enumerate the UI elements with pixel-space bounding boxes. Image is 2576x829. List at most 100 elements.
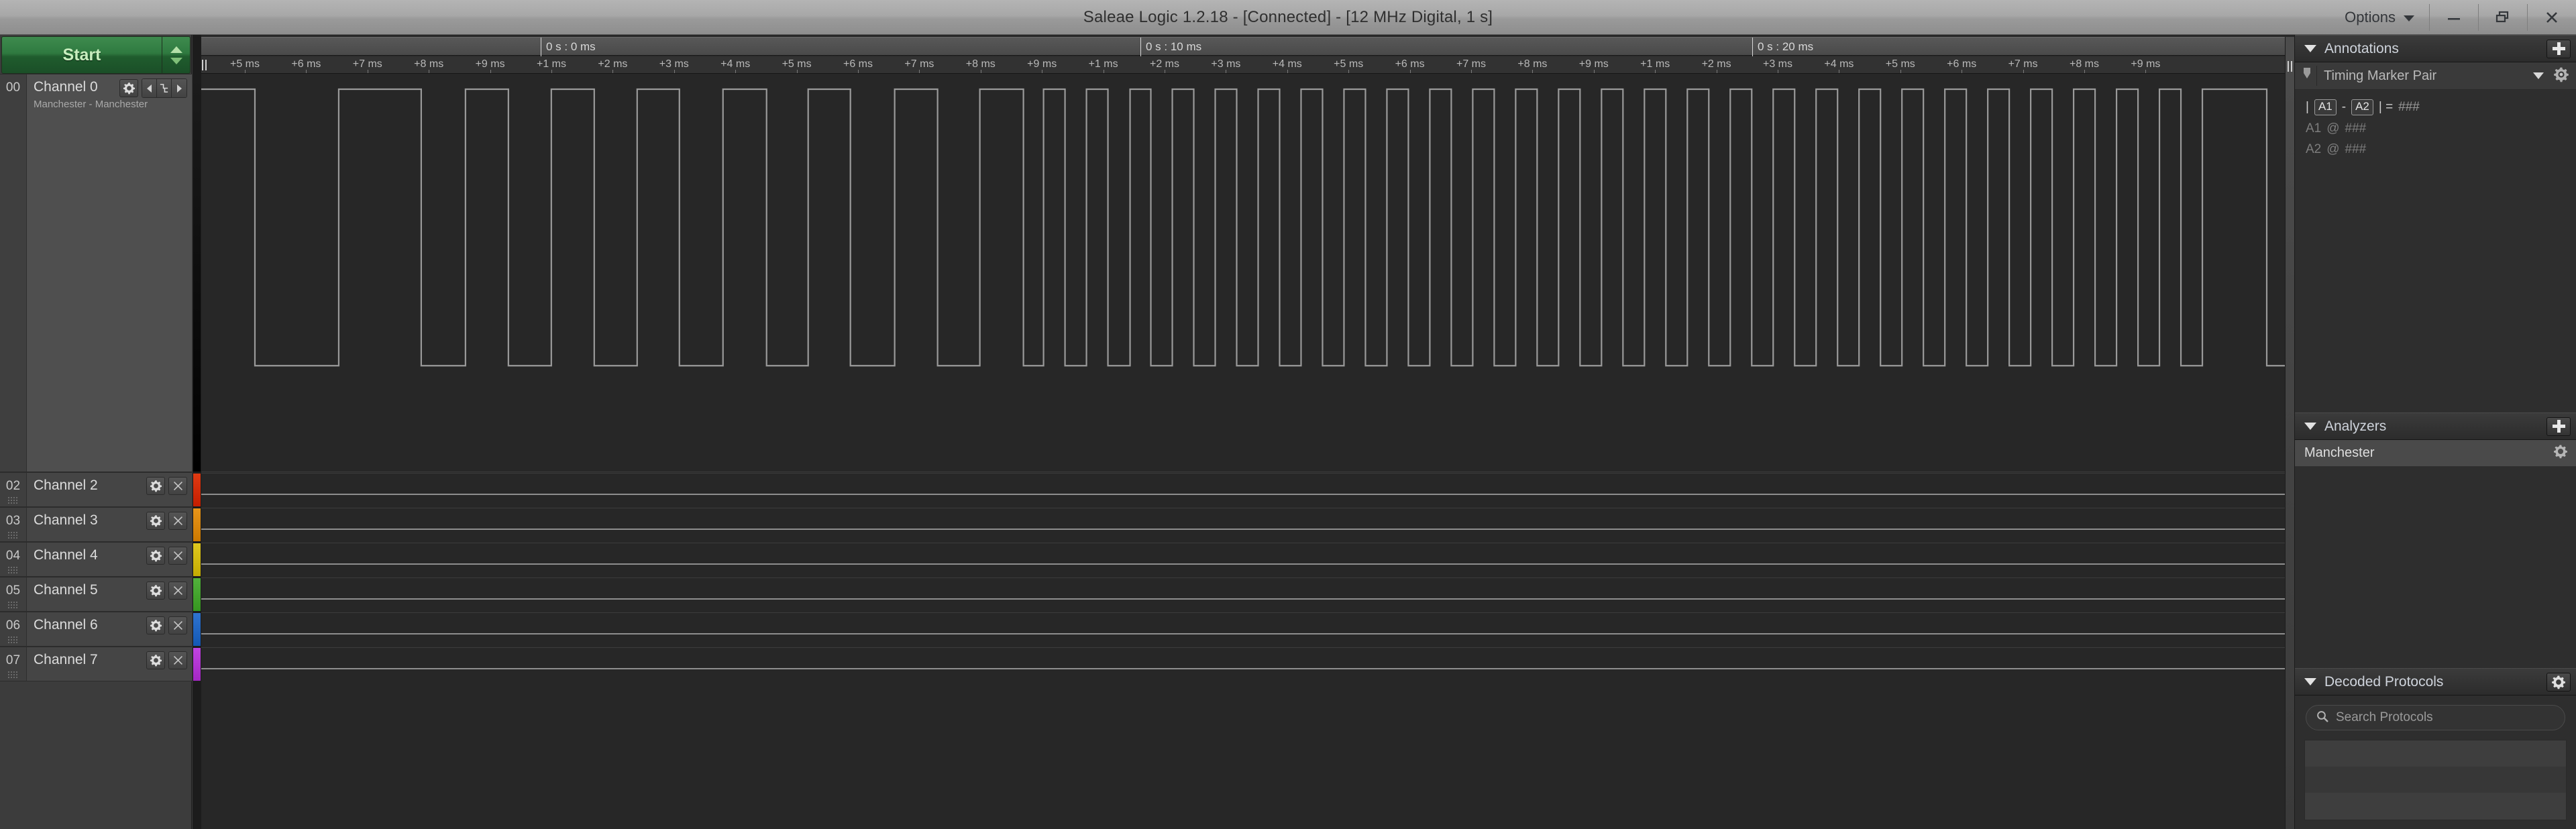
window-controls: Options <box>2327 0 2576 35</box>
gear-icon[interactable] <box>2553 66 2569 86</box>
timeline-minor-label: +9 ms <box>2131 58 2161 70</box>
timeline-minor-label: +5 ms <box>1334 58 1364 70</box>
channel-row-00[interactable]: 00 Channel 0 Manchester - Manchester <box>0 74 192 472</box>
start-button[interactable]: Start <box>1 36 162 74</box>
channel-settings-button[interactable] <box>146 616 165 634</box>
at-symbol: @ <box>2326 121 2340 135</box>
channel-row-05[interactable]: 05 Channel 5 <box>0 577 192 612</box>
channel-row-03[interactable]: 03 Channel 3 <box>0 507 192 542</box>
analyzer-list-item[interactable]: Manchester <box>2295 440 2576 467</box>
channel-hide-button[interactable] <box>168 547 187 565</box>
annotations-empty-space <box>2295 171 2576 412</box>
channel-settings-button[interactable] <box>146 512 165 530</box>
analyzers-panel-header[interactable]: Analyzers <box>2295 412 2576 440</box>
channel-settings-button[interactable] <box>146 547 165 565</box>
channel-row-06[interactable]: 06 Channel 6 <box>0 612 192 647</box>
drag-handle-icon[interactable] <box>7 671 19 678</box>
channel-06-waveform-lane[interactable] <box>201 612 2285 647</box>
add-annotation-button[interactable] <box>2546 39 2571 58</box>
annotation-marker-row[interactable]: Timing Marker Pair <box>2295 62 2576 90</box>
close-button[interactable] <box>2528 0 2576 35</box>
channel-03-waveform-lane[interactable] <box>201 508 2285 542</box>
gear-icon[interactable] <box>2553 444 2568 462</box>
timeline-minor-ruler[interactable]: +5 ms +6 ms +7 ms +8 ms +9 ms +1 ms +2 ms +3 ms… <box>201 56 2294 74</box>
channel-index: 02 <box>5 479 21 493</box>
drag-handle-icon[interactable] <box>7 636 19 643</box>
channel-index-cell: 03 <box>0 508 27 541</box>
channel-settings-button[interactable] <box>146 477 165 495</box>
channel-index-cell: 00 <box>0 74 27 472</box>
channel-actions <box>146 651 187 669</box>
analyzer-name: Manchester <box>2304 445 2375 460</box>
caret-up-icon <box>170 46 182 53</box>
channel-settings-button[interactable] <box>119 79 138 97</box>
timeline-minor-label: +7 ms <box>352 58 382 70</box>
marker-a1-chip[interactable]: A1 <box>2314 99 2337 115</box>
timeline-minor-label: +2 ms <box>598 58 628 70</box>
edge-trigger-icon[interactable] <box>157 79 172 97</box>
channel-row-07[interactable]: 07 Channel 7 <box>0 647 192 681</box>
analyzers-empty-space <box>2295 467 2576 668</box>
channel-hide-button[interactable] <box>168 582 187 600</box>
capture-controls: Start <box>1 36 191 74</box>
minimize-button[interactable] <box>2430 0 2478 35</box>
channel-hide-button[interactable] <box>168 616 187 634</box>
channel-07-waveform-lane[interactable] <box>201 647 2285 681</box>
add-analyzer-button[interactable] <box>2546 417 2571 436</box>
timeline-minor-label: +1 ms <box>536 58 567 70</box>
decoded-protocols-title: Decoded Protocols <box>2324 673 2444 689</box>
annotations-panel-header[interactable]: Annotations <box>2295 35 2576 62</box>
channel-06-signal-line <box>201 633 2285 634</box>
channel-actions <box>146 477 187 495</box>
drag-handle-icon[interactable] <box>7 566 19 573</box>
capture-options-stepper[interactable] <box>162 36 191 74</box>
channel-row-04[interactable]: 04 Channel 4 <box>0 542 192 577</box>
timeline-minor-label: +1 ms <box>1640 58 1670 70</box>
search-protocols-input[interactable]: Search Protocols <box>2306 705 2565 730</box>
chevron-down-icon[interactable] <box>2533 72 2544 79</box>
timeline-minor-label: +6 ms <box>843 58 873 70</box>
decoded-settings-button[interactable] <box>2546 672 2571 692</box>
graph-vertical-scrollbar[interactable] <box>2285 37 2294 829</box>
graph-left-resize-handle[interactable] <box>201 56 207 74</box>
options-menu-button[interactable]: Options <box>2327 0 2429 35</box>
channel-actions <box>146 582 187 600</box>
channel-index: 04 <box>5 549 21 563</box>
channel-04-waveform-lane[interactable] <box>201 543 2285 577</box>
decoded-protocols-list[interactable] <box>2304 740 2567 820</box>
channel-settings-button[interactable] <box>146 651 165 669</box>
channel-row-02[interactable]: 02 Channel 2 <box>0 472 192 507</box>
channel-0-waveform-lane[interactable] <box>201 74 2294 472</box>
annotation-delta-row: | A1 - A2 | = ### <box>2306 99 2576 115</box>
drag-handle-icon[interactable] <box>7 601 19 608</box>
timeline-minor-tick <box>2023 70 2024 73</box>
channel-hide-button[interactable] <box>168 477 187 495</box>
caret-down-icon <box>170 57 182 64</box>
timeline-minor-label: +5 ms <box>229 58 260 70</box>
channel-index: 06 <box>5 618 21 632</box>
collapse-triangle-icon[interactable] <box>2304 423 2316 430</box>
timeline-minor-label: +3 ms <box>659 58 689 70</box>
next-edge-icon[interactable] <box>172 79 186 97</box>
channel-hide-button[interactable] <box>168 651 187 669</box>
marker-a2-chip[interactable]: A2 <box>2351 99 2373 115</box>
a1-value: ### <box>2345 121 2367 135</box>
channel-color-strip-00 <box>193 75 201 472</box>
collapse-triangle-icon[interactable] <box>2304 45 2316 52</box>
collapse-triangle-icon[interactable] <box>2304 678 2316 685</box>
drag-handle-icon[interactable] <box>7 496 19 504</box>
at-symbol: @ <box>2326 142 2340 156</box>
channel-hide-button[interactable] <box>168 512 187 530</box>
drag-handle-icon[interactable] <box>7 531 19 539</box>
channel-index-cell: 07 <box>0 647 27 681</box>
channel-02-waveform-lane[interactable] <box>201 473 2285 507</box>
timeline-major-ruler[interactable]: 0 s : 0 ms 0 s : 10 ms 0 s : 20 ms <box>201 37 2294 56</box>
restore-button[interactable] <box>2479 0 2527 35</box>
timeline-minor-label: +4 ms <box>1824 58 1854 70</box>
channel-settings-button[interactable] <box>146 582 165 600</box>
channel-index: 07 <box>5 653 21 667</box>
channel-05-waveform-lane[interactable] <box>201 577 2285 612</box>
previous-edge-icon[interactable] <box>142 79 157 97</box>
decoded-protocols-panel-header[interactable]: Decoded Protocols <box>2295 668 2576 696</box>
waveform-graph[interactable]: 0 s : 0 ms 0 s : 10 ms 0 s : 20 ms +5 ms +6… <box>201 35 2294 829</box>
